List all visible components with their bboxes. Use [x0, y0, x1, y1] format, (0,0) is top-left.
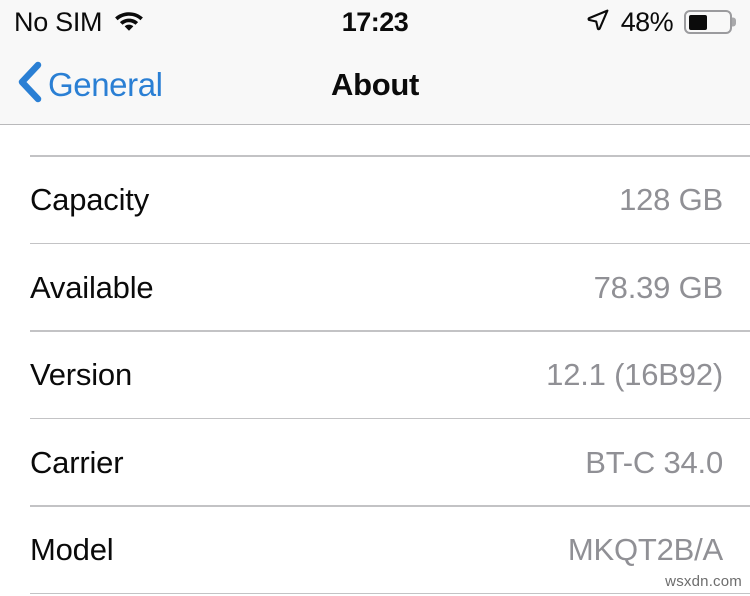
page-title: About — [330, 67, 420, 102]
status-bar-right: 48% — [586, 6, 736, 37]
separator-bottom — [30, 592, 750, 594]
navigation-bar: General About — [0, 44, 750, 125]
table-row[interactable]: Model MKQT2B/A — [0, 506, 750, 593]
clock-label: 17:23 — [341, 6, 409, 37]
row-value: 78.39 GB — [593, 269, 724, 305]
back-button-label: General — [48, 65, 163, 103]
row-label: Model — [30, 532, 114, 567]
wifi-icon — [114, 9, 144, 36]
row-value: 12.1 (16B92) — [546, 357, 723, 392]
battery-cap — [732, 17, 736, 27]
battery-icon — [684, 10, 736, 34]
watermark: wsxdn.com — [665, 573, 742, 590]
carrier-label: No SIM — [14, 6, 103, 37]
back-button[interactable]: General — [16, 61, 163, 108]
row-label: Carrier — [30, 444, 124, 480]
row-label: Capacity — [30, 182, 150, 217]
table-row[interactable]: Capacity 128 GB — [0, 156, 750, 243]
battery-percentage-label: 48% — [620, 6, 674, 37]
row-label: Version — [30, 357, 132, 392]
battery-fill — [688, 14, 708, 30]
row-label: Available — [30, 269, 154, 305]
status-bar-left: No SIM — [14, 6, 144, 37]
row-value: MKQT2B/A — [567, 532, 723, 567]
location-arrow-icon — [586, 8, 610, 37]
status-bar: No SIM 17:23 48% — [0, 0, 750, 44]
about-table: Capacity 128 GB Available 78.39 GB Versi… — [0, 125, 750, 594]
row-value: BT-C 34.0 — [585, 444, 723, 480]
table-row[interactable]: Carrier BT-C 34.0 — [0, 419, 750, 505]
table-row[interactable]: Version 12.1 (16B92) — [0, 331, 750, 418]
table-row[interactable]: Available 78.39 GB — [0, 244, 750, 330]
chevron-left-icon — [16, 61, 42, 108]
iphone-screen: No SIM 17:23 48% General About Capacity … — [0, 0, 750, 596]
row-value: 128 GB — [619, 182, 723, 217]
